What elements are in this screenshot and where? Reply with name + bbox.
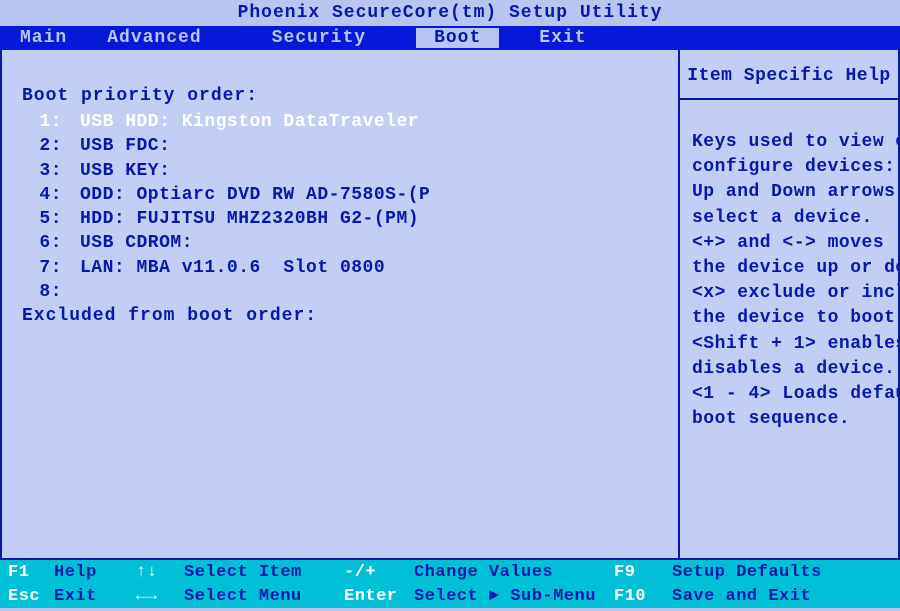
boot-item-6[interactable]: 6:USB CDROM: bbox=[22, 231, 668, 255]
footer: F1 Help ↑↓ Select Item -/+ Change Values… bbox=[0, 560, 900, 608]
help-line: <1 - 4> Loads default bbox=[692, 382, 890, 407]
boot-item-4[interactable]: 4:ODD: Optiarc DVD RW AD-7580S-(P bbox=[22, 183, 668, 207]
boot-item-text: ODD: Optiarc DVD RW AD-7580S-(P bbox=[80, 183, 430, 207]
help-line: disables a device. bbox=[692, 357, 890, 382]
boot-item-7[interactable]: 7:LAN: MBA v11.0.6 Slot 0800 bbox=[22, 256, 668, 280]
boot-item-num: 6: bbox=[22, 231, 80, 255]
boot-item-text: HDD: FUJITSU MHZ2320BH G2-(PM) bbox=[80, 207, 419, 231]
boot-item-8[interactable]: 8: bbox=[22, 280, 668, 304]
boot-item-num: 2: bbox=[22, 134, 80, 158]
help-line: <Shift + 1> enables or bbox=[692, 332, 890, 357]
key-f9: F9 bbox=[614, 563, 672, 582]
boot-panel: Boot priority order: 1:USB HDD: Kingston… bbox=[0, 50, 680, 560]
help-line: the device up or down. bbox=[692, 256, 890, 281]
help-line: Up and Down arrows bbox=[692, 180, 890, 205]
label-exit: Exit bbox=[54, 587, 136, 606]
main-area: Boot priority order: 1:USB HDD: Kingston… bbox=[0, 50, 900, 560]
menu-boot[interactable]: Boot bbox=[416, 28, 499, 48]
help-header: Item Specific Help bbox=[680, 50, 898, 100]
help-line: select a device. bbox=[692, 206, 890, 231]
menu-advanced[interactable]: Advanced bbox=[87, 28, 221, 48]
label-change-values: Change Values bbox=[414, 563, 614, 582]
label-select-submenu: Select ► Sub-Menu bbox=[414, 587, 614, 606]
boot-item-text: USB KEY: bbox=[80, 159, 170, 183]
boot-item-text: USB HDD: Kingston DataTraveler bbox=[80, 110, 419, 134]
boot-item-1[interactable]: 1:USB HDD: Kingston DataTraveler bbox=[22, 110, 668, 134]
boot-item-text: LAN: MBA v11.0.6 Slot 0800 bbox=[80, 256, 385, 280]
boot-item-num: 7: bbox=[22, 256, 80, 280]
boot-order-title: Boot priority order: bbox=[22, 86, 668, 106]
key-esc: Esc bbox=[0, 587, 54, 606]
key-f1: F1 bbox=[0, 563, 54, 582]
help-line: Keys used to view or bbox=[692, 130, 890, 155]
boot-item-3[interactable]: 3:USB KEY: bbox=[22, 159, 668, 183]
menu-bar: Main Advanced Security Boot Exit bbox=[0, 26, 900, 50]
arrows-updown-icon: ↑↓ bbox=[136, 563, 184, 582]
key-f10: F10 bbox=[614, 587, 672, 606]
label-select-item: Select Item bbox=[184, 563, 344, 582]
menu-main[interactable]: Main bbox=[0, 28, 87, 48]
help-line: the device to boot. bbox=[692, 306, 890, 331]
help-body: Keys used to view orconfigure devices:Up… bbox=[680, 100, 898, 440]
footer-row-1: F1 Help ↑↓ Select Item -/+ Change Values… bbox=[0, 560, 900, 584]
footer-row-2: Esc Exit ←→ Select Menu Enter Select ► S… bbox=[0, 584, 900, 608]
key-enter: Enter bbox=[344, 587, 414, 606]
help-line: <x> exclude or include bbox=[692, 281, 890, 306]
boot-item-5[interactable]: 5:HDD: FUJITSU MHZ2320BH G2-(PM) bbox=[22, 207, 668, 231]
boot-item-2[interactable]: 2:USB FDC: bbox=[22, 134, 668, 158]
help-line: <+> and <-> moves bbox=[692, 231, 890, 256]
boot-list[interactable]: 1:USB HDD: Kingston DataTraveler2:USB FD… bbox=[22, 110, 668, 304]
menu-exit[interactable]: Exit bbox=[519, 28, 606, 48]
key-plusminus: -/+ bbox=[344, 563, 414, 582]
label-save-exit: Save and Exit bbox=[672, 587, 900, 606]
boot-item-text: USB CDROM: bbox=[80, 231, 193, 255]
label-help: Help bbox=[54, 563, 136, 582]
boot-item-num: 4: bbox=[22, 183, 80, 207]
menu-security[interactable]: Security bbox=[252, 28, 386, 48]
title-bar: Phoenix SecureCore(tm) Setup Utility bbox=[0, 0, 900, 26]
label-setup-defaults: Setup Defaults bbox=[672, 563, 900, 582]
boot-item-num: 5: bbox=[22, 207, 80, 231]
label-select-menu: Select Menu bbox=[184, 587, 344, 606]
boot-item-num: 3: bbox=[22, 159, 80, 183]
boot-item-num: 1: bbox=[22, 110, 80, 134]
boot-item-text: USB FDC: bbox=[80, 134, 170, 158]
boot-item-num: 8: bbox=[22, 280, 80, 304]
arrows-leftright-icon: ←→ bbox=[136, 587, 184, 606]
help-line: boot sequence. bbox=[692, 407, 890, 432]
excluded-label: Excluded from boot order: bbox=[22, 306, 668, 326]
help-line: configure devices: bbox=[692, 155, 890, 180]
help-panel: Item Specific Help Keys used to view orc… bbox=[680, 50, 900, 560]
